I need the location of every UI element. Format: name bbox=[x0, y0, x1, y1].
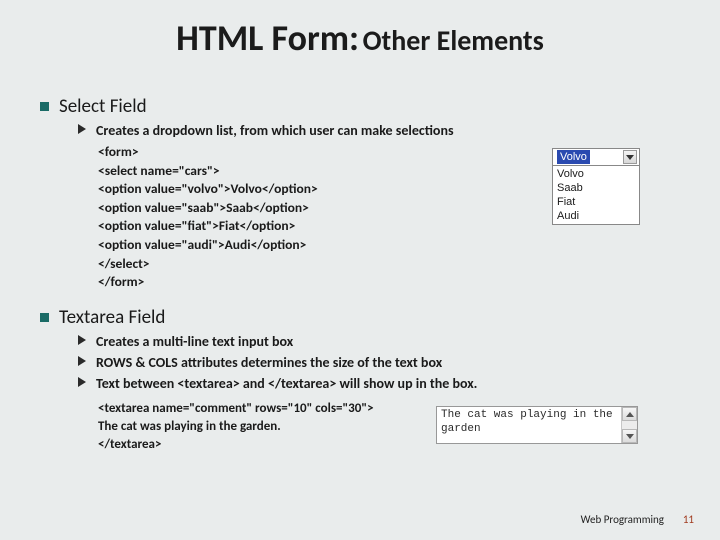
chevron-down-icon[interactable] bbox=[623, 150, 637, 164]
code-line: <textarea name="comment" rows="10" cols=… bbox=[98, 400, 428, 418]
slide-title: HTML Form: Other Elements bbox=[0, 0, 720, 58]
scrollbar[interactable] bbox=[621, 407, 637, 443]
dropdown-selected-text: Volvo bbox=[557, 150, 590, 164]
bullet-text: Creates a multi-line text input box bbox=[96, 333, 293, 350]
dropdown-list: Volvo Saab Fiat Audi bbox=[553, 166, 639, 224]
triangle-bullet-icon bbox=[78, 124, 86, 134]
section-heading: Textarea Field bbox=[59, 306, 165, 329]
bullet-line: Creates a multi-line text input box bbox=[78, 333, 680, 352]
code-line: </select> bbox=[98, 255, 680, 274]
bullet-text: ROWS & COLS attributes determines the si… bbox=[96, 354, 442, 371]
dropdown-option[interactable]: Fiat bbox=[553, 195, 639, 209]
bullet-text: Text between <textarea> and </textarea> … bbox=[96, 375, 477, 392]
dropdown-option[interactable]: Saab bbox=[553, 181, 639, 195]
select-field-sub: Creates a dropdown list, from which user… bbox=[78, 122, 680, 141]
dropdown-option[interactable]: Volvo bbox=[553, 167, 639, 181]
section-textarea-field: Textarea Field bbox=[40, 306, 680, 329]
square-bullet-icon bbox=[40, 102, 49, 111]
bullet-line: ROWS & COLS attributes determines the si… bbox=[78, 354, 680, 373]
scroll-up-icon[interactable] bbox=[622, 407, 637, 421]
textarea-field-sub: Creates a multi-line text input box ROWS… bbox=[78, 333, 680, 394]
dropdown-selected-row[interactable]: Volvo bbox=[553, 149, 639, 166]
code-line: </form> bbox=[98, 273, 680, 292]
triangle-bullet-icon bbox=[78, 377, 86, 387]
slide: HTML Form: Other Elements Select Field C… bbox=[0, 0, 720, 540]
triangle-bullet-icon bbox=[78, 335, 86, 345]
triangle-bullet-icon bbox=[78, 356, 86, 366]
scroll-down-icon[interactable] bbox=[622, 429, 637, 443]
section-select-field: Select Field bbox=[40, 95, 680, 118]
textarea-code-block: <textarea name="comment" rows="10" cols=… bbox=[98, 400, 428, 455]
footer-label: Web Programming bbox=[581, 513, 664, 526]
bullet-line: Creates a dropdown list, from which user… bbox=[78, 122, 680, 141]
bullet-line: Text between <textarea> and </textarea> … bbox=[78, 375, 680, 394]
code-line: The cat was playing in the garden. bbox=[98, 418, 428, 436]
textarea-content: The cat was playing in the garden bbox=[441, 409, 613, 435]
dropdown-illustration: Volvo Volvo Saab Fiat Audi bbox=[552, 148, 640, 225]
page-number: 11 bbox=[683, 513, 694, 526]
bullet-text: Creates a dropdown list, from which user… bbox=[96, 122, 454, 139]
title-main: HTML Form: bbox=[176, 16, 359, 60]
section-heading: Select Field bbox=[59, 95, 147, 118]
code-line: </textarea> bbox=[98, 436, 428, 454]
code-line: <option value="audi">Audi</option> bbox=[98, 236, 680, 255]
square-bullet-icon bbox=[40, 313, 49, 322]
title-sub: Other Elements bbox=[363, 23, 544, 58]
dropdown-option[interactable]: Audi bbox=[553, 209, 639, 223]
textarea-illustration[interactable]: The cat was playing in the garden bbox=[436, 406, 638, 444]
